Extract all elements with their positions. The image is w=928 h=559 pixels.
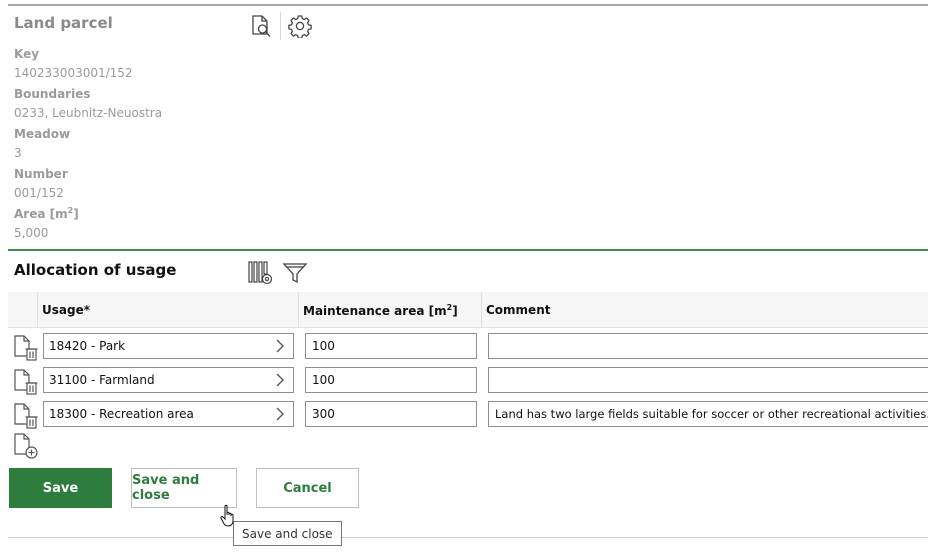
column-settings-icon[interactable] bbox=[246, 259, 276, 287]
field-value-key: 140233003001/152 bbox=[14, 66, 133, 80]
panel-title: Land parcel bbox=[14, 14, 113, 32]
add-row-icon[interactable] bbox=[12, 432, 40, 460]
table-header bbox=[8, 292, 928, 328]
save-and-close-button[interactable]: Save and close bbox=[131, 468, 237, 508]
field-label-key: Key bbox=[14, 47, 40, 61]
usage-lookup-value: 31100 - Farmland bbox=[49, 373, 155, 387]
field-value-meadow: 3 bbox=[14, 146, 22, 160]
field-value-boundaries: 0233, Leubnitz-Neuostra bbox=[14, 106, 163, 120]
tooltip: Save and close bbox=[233, 521, 342, 546]
usage-lookup-value: 18300 - Recreation area bbox=[49, 407, 194, 421]
hand-cursor-icon bbox=[220, 504, 238, 528]
column-header-maintenance-suffix: ] bbox=[452, 304, 458, 318]
column-header-usage[interactable]: Usage* bbox=[42, 303, 90, 317]
chevron-right-icon[interactable] bbox=[275, 339, 285, 353]
field-label-meadow: Meadow bbox=[14, 127, 71, 141]
filter-icon[interactable] bbox=[281, 259, 309, 287]
bottom-divider bbox=[8, 537, 928, 538]
field-value-area: 5,000 bbox=[14, 226, 49, 240]
field-label-area: Area [m2] bbox=[14, 206, 79, 221]
column-header-maintenance-text: Maintenance area [m bbox=[303, 304, 447, 318]
usage-lookup-value: 18420 - Park bbox=[49, 339, 126, 353]
document-search-icon[interactable] bbox=[247, 12, 275, 40]
cancel-button[interactable]: Cancel bbox=[256, 468, 359, 508]
maintenance-area-input[interactable]: 100 bbox=[305, 333, 477, 359]
comment-input[interactable] bbox=[488, 333, 928, 359]
top-divider bbox=[8, 4, 928, 6]
usage-lookup[interactable]: 18420 - Park bbox=[43, 333, 294, 359]
gear-icon[interactable] bbox=[286, 12, 314, 40]
column-header-maintenance-area[interactable]: Maintenance area [m2] bbox=[303, 303, 458, 318]
section-divider bbox=[8, 249, 928, 251]
usage-lookup[interactable]: 31100 - Farmland bbox=[43, 367, 294, 393]
toolbar-separator bbox=[280, 12, 281, 40]
chevron-right-icon[interactable] bbox=[275, 407, 285, 421]
column-separator bbox=[481, 292, 482, 328]
delete-row-icon[interactable] bbox=[12, 334, 40, 362]
column-separator bbox=[298, 292, 299, 328]
save-button[interactable]: Save bbox=[9, 468, 112, 508]
maintenance-area-input[interactable]: 100 bbox=[305, 367, 477, 393]
column-separator bbox=[37, 292, 38, 328]
field-label-area-text: Area [m bbox=[14, 207, 68, 221]
maintenance-area-input[interactable]: 300 bbox=[305, 401, 477, 427]
section-title: Allocation of usage bbox=[14, 261, 177, 279]
comment-input[interactable]: Land has two large fields suitable for s… bbox=[488, 401, 928, 427]
chevron-right-icon[interactable] bbox=[275, 373, 285, 387]
field-value-number: 001/152 bbox=[14, 186, 64, 200]
field-label-area-suffix: ] bbox=[73, 207, 79, 221]
usage-lookup[interactable]: 18300 - Recreation area bbox=[43, 401, 294, 427]
field-label-boundaries: Boundaries bbox=[14, 87, 91, 101]
column-header-comment[interactable]: Comment bbox=[486, 303, 550, 317]
comment-input[interactable] bbox=[488, 367, 928, 393]
delete-row-icon[interactable] bbox=[12, 402, 40, 430]
delete-row-icon[interactable] bbox=[12, 368, 40, 396]
field-label-number: Number bbox=[14, 167, 68, 181]
